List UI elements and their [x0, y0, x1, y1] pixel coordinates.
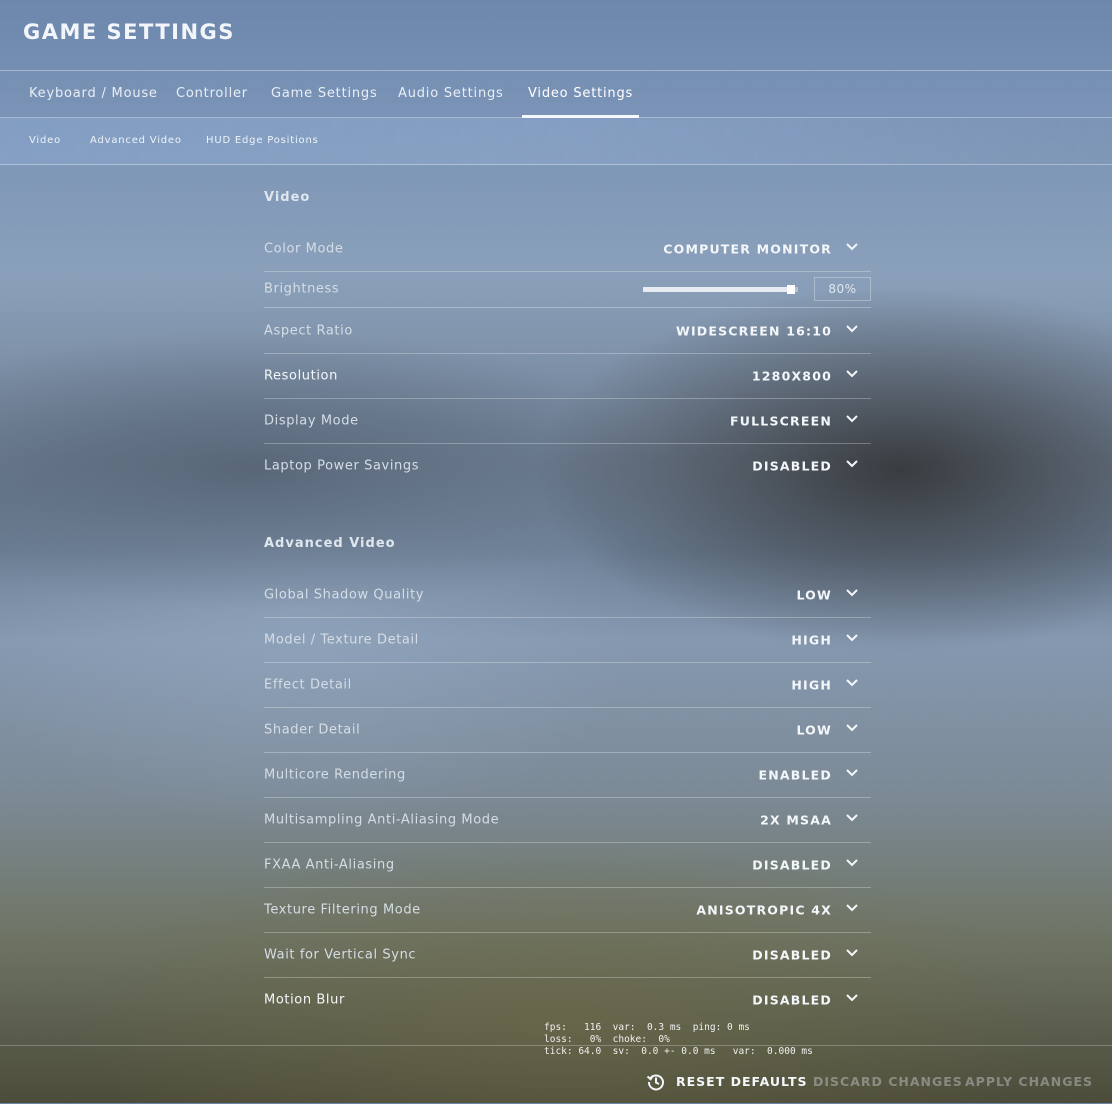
setting-row-effect-detail[interactable]: Effect Detail HIGH [264, 662, 871, 708]
chevron-down-icon[interactable] [846, 633, 858, 642]
reset-defaults-button[interactable]: RESET DEFAULTS [676, 1074, 807, 1089]
setting-label: Shader Detail [264, 722, 361, 737]
dropdown-value[interactable]: COMPUTER MONITOR [663, 241, 832, 256]
dropdown-value[interactable]: ANISOTROPIC 4X [696, 902, 832, 917]
setting-row-texture-filtering[interactable]: Texture Filtering Mode ANISOTROPIC 4X [264, 887, 871, 933]
chevron-down-icon[interactable] [846, 858, 858, 867]
setting-row-aspect-ratio[interactable]: Aspect Ratio WIDESCREEN 16:10 [264, 308, 871, 354]
chevron-down-icon[interactable] [846, 948, 858, 957]
chevron-down-icon[interactable] [846, 369, 858, 378]
dropdown-value[interactable]: DISABLED [752, 857, 832, 872]
dropdown-value[interactable]: DISABLED [752, 458, 832, 473]
setting-label: FXAA Anti-Aliasing [264, 857, 395, 872]
tab-game-settings[interactable]: Game Settings [265, 71, 384, 117]
apply-changes-button[interactable]: APPLY CHANGES [965, 1074, 1093, 1089]
setting-label: Multicore Rendering [264, 767, 406, 782]
setting-label: Laptop Power Savings [264, 458, 420, 473]
dropdown-value[interactable]: FULLSCREEN [730, 413, 832, 428]
dropdown-value[interactable]: ENABLED [759, 767, 832, 782]
setting-row-model-texture-detail[interactable]: Model / Texture Detail HIGH [264, 617, 871, 663]
setting-row-laptop-power-savings[interactable]: Laptop Power Savings DISABLED [264, 443, 871, 488]
setting-row-display-mode[interactable]: Display Mode FULLSCREEN [264, 398, 871, 444]
dropdown-value[interactable]: 2X MSAA [760, 812, 832, 827]
subtab-video[interactable]: Video [29, 118, 61, 164]
setting-row-multicore-rendering[interactable]: Multicore Rendering ENABLED [264, 752, 871, 798]
slider-fill [643, 287, 791, 292]
chevron-down-icon[interactable] [846, 723, 858, 732]
setting-label: Aspect Ratio [264, 323, 353, 338]
dropdown-value[interactable]: 1280X800 [752, 368, 832, 383]
setting-row-shader-detail[interactable]: Shader Detail LOW [264, 707, 871, 753]
dropdown-value[interactable]: DISABLED [752, 992, 832, 1007]
tab-audio-settings[interactable]: Audio Settings [392, 71, 510, 117]
setting-label: Texture Filtering Mode [264, 902, 421, 917]
subtab-advanced-video[interactable]: Advanced Video [90, 118, 182, 164]
page-title: GAME SETTINGS [23, 20, 235, 44]
setting-label: Color Mode [264, 241, 344, 256]
setting-row-color-mode[interactable]: Color Mode COMPUTER MONITOR [264, 226, 871, 272]
setting-label: Wait for Vertical Sync [264, 947, 417, 962]
section-title-video: Video [264, 190, 311, 205]
chevron-down-icon[interactable] [846, 993, 858, 1002]
chevron-down-icon[interactable] [846, 414, 858, 423]
setting-row-vertical-sync[interactable]: Wait for Vertical Sync DISABLED [264, 932, 871, 978]
brightness-value-box[interactable]: 80% [814, 277, 871, 301]
slider-thumb[interactable] [787, 285, 795, 294]
setting-row-msaa-mode[interactable]: Multisampling Anti-Aliasing Mode 2X MSAA [264, 797, 871, 843]
footer-bar: RESET DEFAULTS DISCARD CHANGES APPLY CHA… [0, 1045, 1112, 1104]
history-icon[interactable] [646, 1072, 666, 1092]
header: GAME SETTINGS [0, 0, 1112, 71]
dropdown-value[interactable]: LOW [796, 587, 832, 602]
chevron-down-icon[interactable] [846, 678, 858, 687]
tab-keyboard-mouse[interactable]: Keyboard / Mouse [23, 71, 164, 117]
dropdown-value[interactable]: LOW [796, 722, 832, 737]
chevron-down-icon[interactable] [846, 768, 858, 777]
setting-label: Model / Texture Detail [264, 632, 419, 647]
dropdown-value[interactable]: WIDESCREEN 16:10 [676, 323, 832, 338]
subtab-hud-edge-positions[interactable]: HUD Edge Positions [206, 118, 319, 164]
dropdown-value[interactable]: DISABLED [752, 947, 832, 962]
setting-label: Motion Blur [264, 992, 345, 1007]
main-tabs: Keyboard / Mouse Controller Game Setting… [0, 71, 1112, 118]
discard-changes-button[interactable]: DISCARD CHANGES [813, 1074, 963, 1089]
setting-label: Resolution [264, 368, 338, 383]
setting-row-motion-blur[interactable]: Motion Blur DISABLED [264, 977, 871, 1022]
chevron-down-icon[interactable] [846, 813, 858, 822]
setting-row-fxaa[interactable]: FXAA Anti-Aliasing DISABLED [264, 842, 871, 888]
setting-label: Display Mode [264, 413, 359, 428]
brightness-slider[interactable] [643, 285, 798, 294]
chevron-down-icon[interactable] [846, 588, 858, 597]
dropdown-value[interactable]: HIGH [791, 632, 832, 647]
setting-label: Brightness [264, 281, 340, 297]
sub-tabs: Video Advanced Video HUD Edge Positions [0, 118, 1112, 165]
setting-row-resolution[interactable]: Resolution 1280X800 [264, 353, 871, 399]
chevron-down-icon[interactable] [846, 903, 858, 912]
chevron-down-icon[interactable] [846, 324, 858, 333]
setting-label: Effect Detail [264, 677, 352, 692]
tab-controller[interactable]: Controller [170, 71, 254, 117]
setting-label: Global Shadow Quality [264, 587, 425, 602]
setting-row-brightness[interactable]: Brightness 80% [264, 271, 871, 308]
setting-label: Multisampling Anti-Aliasing Mode [264, 812, 500, 827]
setting-row-global-shadow-quality[interactable]: Global Shadow Quality LOW [264, 572, 871, 618]
dropdown-value[interactable]: HIGH [791, 677, 832, 692]
net-graph-line: fps: 116 var: 0.3 ms ping: 0 ms [544, 1022, 750, 1033]
tab-video-settings[interactable]: Video Settings [522, 71, 640, 118]
section-title-advanced-video: Advanced Video [264, 536, 396, 551]
chevron-down-icon[interactable] [846, 459, 858, 468]
chevron-down-icon[interactable] [846, 242, 858, 251]
